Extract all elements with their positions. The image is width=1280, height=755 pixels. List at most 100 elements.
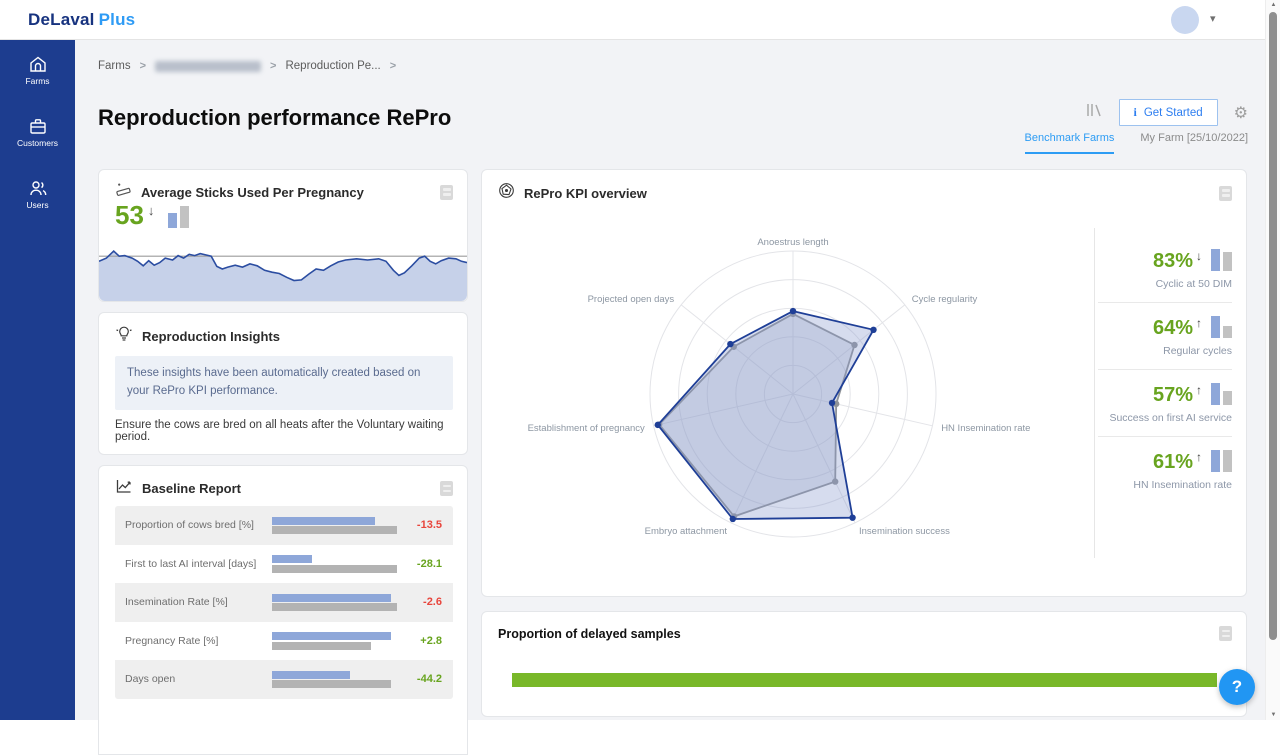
blue-bar [272,632,391,640]
blue-mini-bar [1211,316,1220,338]
blue-bar [272,594,391,602]
toolbar: i Get Started ⚙ [1086,99,1249,126]
baseline-row-label: Days open [125,672,265,686]
baseline-row-value: -13.5 [397,519,442,531]
kpi-value: 57% [1153,385,1193,405]
card-title: Proportion of delayed samples [498,627,681,641]
radar-axis-label: Establishment of pregnancy [528,423,645,434]
kpi-block: 64%↑ Regular cycles [1098,302,1232,369]
gear-icon[interactable]: ⚙ [1234,103,1248,123]
grey-bar [272,642,371,650]
radar-axis-label: Anoestrus length [757,237,828,248]
chevron-right-icon: > [140,60,146,72]
baseline-row-value: -28.1 [397,558,442,570]
kpi-label: HN Insemination rate [1098,479,1232,491]
trend-up-icon: ↑ [1196,383,1202,397]
avg-sticks-value: 53 [115,202,144,228]
blue-bar [272,555,312,563]
sidebar-item-farms[interactable]: Farms [0,46,75,94]
card-title: Baseline Report [142,481,241,496]
radar-axis-label: Projected open days [588,294,675,305]
get-started-button[interactable]: i Get Started [1119,99,1218,126]
baseline-row: Days open-44.2 [115,660,453,699]
baseline-row: Insemination Rate [%]-2.6 [115,583,453,622]
baseline-row-label: First to last AI interval [days] [125,557,265,571]
baseline-row: Proportion of cows bred [%]-13.5 [115,506,453,545]
card-panel-icon[interactable] [440,481,453,496]
divider [1094,228,1095,558]
blue-mini-bar [1211,249,1220,271]
grey-bar [272,680,391,688]
baseline-report-card: Baseline Report Proportion of cows bred … [98,465,468,755]
help-button[interactable]: ? [1219,669,1255,705]
grey-bar [272,526,397,534]
radar-axis-label: HN Insemination rate [941,423,1030,434]
app-logo[interactable]: DeLavalPlus [28,10,135,30]
avatar[interactable] [1171,6,1199,34]
question-mark-icon: ? [1232,677,1242,697]
delayed-samples-bar [512,673,1217,687]
breadcrumb-item-repro[interactable]: Reproduction Pe... [285,60,380,72]
radar-axis-label: Insemination success [859,526,950,537]
baseline-row: First to last AI interval [days] -28.1 [115,545,453,584]
card-panel-icon[interactable] [1219,626,1232,641]
insights-message: Ensure the cows are bred on all heats af… [115,419,455,443]
baseline-row-label: Pregnancy Rate [%] [125,634,265,648]
get-started-label: Get Started [1144,107,1203,119]
scrollbar-thumb[interactable] [1269,12,1277,640]
insights-card: Reproduction Insights These insights hav… [98,312,468,455]
line-chart-icon [115,478,133,499]
logo-secondary: Plus [99,10,136,29]
sidebar: Farms Customers Users [0,40,75,720]
radar-axis-label: Cycle regularity [912,294,978,305]
chevron-down-icon[interactable]: ▾ [1210,12,1216,25]
grey-bar [272,603,397,611]
kpi-block: 83%↓Cyclic at 50 DIM [1098,236,1232,302]
kpi-value: 64% [1153,318,1193,338]
library-icon[interactable] [1086,102,1103,123]
baseline-row-bars [272,554,397,575]
breadcrumb-item-farm-redacted[interactable] [155,61,261,72]
logo-primary: DeLaval [28,10,95,29]
insights-notice: These insights have been automatically c… [115,356,453,410]
sidebar-item-label: Customers [0,138,75,148]
kpi-label: Regular cycles [1098,345,1232,357]
grey-bar [272,565,397,573]
tab-bar: Benchmark Farms My Farm [25/10/2022] [1025,132,1248,154]
stick-icon [115,182,132,202]
sidebar-item-label: Users [0,200,75,210]
grey-mini-bar [1223,326,1232,338]
kpi-side-panel: 83%↓Cyclic at 50 DIM64%↑Regular cycles57… [1098,236,1232,503]
sidebar-item-customers[interactable]: Customers [0,108,75,156]
card-title: Reproduction Insights [142,329,280,344]
barn-icon [0,55,75,73]
delayed-samples-card: Proportion of delayed samples [481,611,1247,717]
chevron-right-icon: > [390,60,396,72]
card-panel-icon[interactable] [1219,186,1232,201]
tab-my-farm[interactable]: My Farm [25/10/2022] [1140,132,1248,154]
tab-benchmark-farms[interactable]: Benchmark Farms [1025,132,1115,154]
scroll-up-icon[interactable]: ▲ [1266,2,1280,8]
briefcase-icon [0,117,75,135]
baseline-row-bars [272,631,397,652]
kpi-block: 57%↑Success on first AI service [1098,369,1232,436]
card-panel-icon[interactable] [440,185,453,200]
vertical-scrollbar[interactable]: ▲ ▼ [1265,0,1280,720]
trend-up-icon: ↑ [1196,450,1202,464]
sidebar-item-users[interactable]: Users [0,170,75,218]
trend-up-icon: ↑ [1196,316,1202,330]
baseline-row-value: +2.8 [397,635,442,647]
breadcrumb-item-farms[interactable]: Farms [98,60,131,72]
chevron-right-icon: > [270,60,276,72]
baseline-row-bars [272,669,397,690]
kpi-block: 61%↑HN Insemination rate [1098,436,1232,503]
trend-down-icon: ↓ [148,203,155,218]
lightbulb-icon [115,325,133,347]
mini-bars [1211,450,1232,472]
radar-axis-label: Embryo attachment [645,526,728,537]
sidebar-item-label: Farms [0,76,75,86]
blue-mini-bar [1211,383,1220,405]
scroll-down-icon[interactable]: ▼ [1266,712,1280,718]
baseline-row-bars [272,592,397,613]
blue-bar [272,517,375,525]
